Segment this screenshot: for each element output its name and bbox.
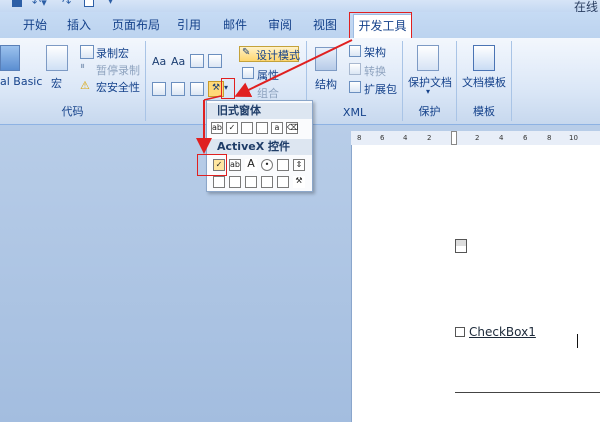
arrow-connector xyxy=(203,95,222,101)
arrow-developer-to-legacy xyxy=(234,39,353,97)
annotation-arrows xyxy=(196,39,353,154)
